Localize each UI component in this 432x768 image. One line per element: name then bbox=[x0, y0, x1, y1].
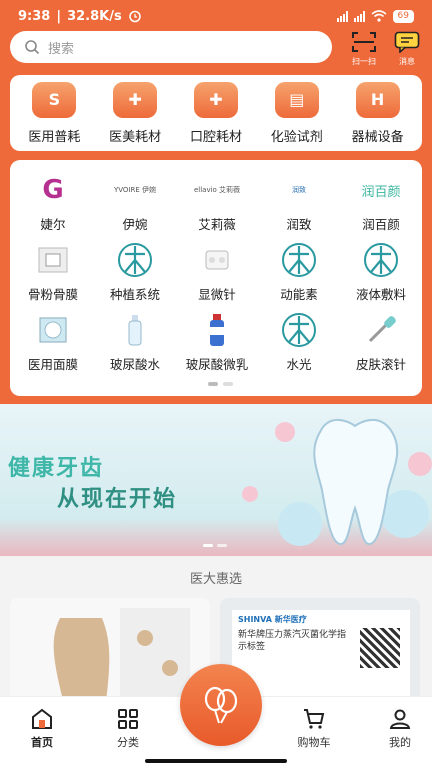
scan-icon bbox=[352, 32, 376, 52]
brand-item[interactable]: YVOIRE 伊婉 伊婉 bbox=[94, 172, 176, 242]
category-item[interactable]: S 医用普耗 bbox=[14, 81, 94, 145]
grid-page-indicator bbox=[208, 382, 233, 386]
status-bar: 9:38 | 32.8K/s 69 bbox=[0, 0, 432, 32]
banner-page-indicator bbox=[203, 544, 227, 547]
banner-subheadline: 从现在开始 bbox=[57, 487, 178, 512]
brand-item[interactable]: 种植系统 bbox=[94, 242, 176, 312]
search-input[interactable]: 搜索 bbox=[10, 31, 332, 63]
category-item[interactable]: ✚ 口腔耗材 bbox=[176, 81, 256, 145]
brand-logo-icon: G bbox=[42, 175, 64, 205]
bottle-icon bbox=[113, 312, 157, 348]
brand-item[interactable]: 水光 bbox=[258, 312, 340, 382]
brand-grid-card: G 婕尔 YVOIRE 伊婉 伊婉 ellavio 艾莉薇 艾莉薇 润致 润致 … bbox=[10, 160, 422, 396]
wifi-icon bbox=[371, 10, 387, 22]
search-placeholder: 搜索 bbox=[48, 41, 75, 57]
brand-logo-icon: 润百颜 bbox=[361, 184, 401, 200]
user-icon bbox=[389, 709, 411, 729]
product-image bbox=[10, 598, 210, 708]
medkit-icon: ✚ bbox=[193, 81, 238, 118]
product-brand: SHINVA 新华医疗 bbox=[238, 615, 307, 624]
brand-item[interactable]: 动能素 bbox=[258, 242, 340, 312]
tab-category[interactable]: 分类 bbox=[98, 707, 158, 750]
brand-item[interactable]: 液体敷料 bbox=[340, 242, 422, 312]
promo-banner[interactable]: 健康牙齿 从现在开始 bbox=[0, 404, 432, 556]
reagent-icon: ▤ bbox=[274, 81, 319, 118]
tooth-logo-icon bbox=[113, 242, 157, 278]
face-mask-icon bbox=[31, 312, 75, 348]
tooth-logo-icon bbox=[277, 312, 321, 348]
brand-logo-icon: 润致 bbox=[292, 186, 306, 194]
brand-logo-icon: YVOIRE 伊婉 bbox=[113, 186, 157, 194]
signal-icon bbox=[353, 10, 365, 22]
derma-roller-icon bbox=[359, 312, 403, 348]
brand-item[interactable]: 医用面膜 bbox=[12, 312, 94, 382]
balloons-icon bbox=[204, 686, 238, 724]
scan-button[interactable]: 扫一扫 bbox=[348, 31, 380, 67]
brand-item[interactable]: 润百颜 润百颜 bbox=[340, 172, 422, 242]
category-item[interactable]: ✚ 医美耗材 bbox=[95, 81, 175, 145]
status-time: 9:38 bbox=[18, 8, 51, 24]
home-indicator bbox=[145, 759, 287, 763]
qr-code-icon bbox=[360, 628, 400, 668]
bone-powder-icon bbox=[31, 242, 75, 278]
center-action-button[interactable] bbox=[180, 664, 262, 746]
brand-item[interactable]: ellavio 艾莉薇 艾莉薇 bbox=[176, 172, 258, 242]
tab-home[interactable]: 首页 bbox=[12, 707, 72, 750]
microneedle-icon bbox=[195, 242, 239, 278]
brand-item[interactable]: 骨粉骨膜 bbox=[12, 242, 94, 312]
category-item[interactable]: ▤ 化验试剂 bbox=[257, 81, 337, 145]
category-item[interactable]: H 器械设备 bbox=[338, 81, 418, 145]
brand-item[interactable]: 玻尿酸微乳 bbox=[176, 312, 258, 382]
brand-item[interactable]: 显微针 bbox=[176, 242, 258, 312]
battery-icon: 69 bbox=[392, 9, 414, 23]
consumables-icon: S bbox=[32, 81, 77, 118]
home-icon bbox=[32, 708, 52, 729]
network-speed: 32.8K/s bbox=[67, 8, 122, 24]
tab-cart[interactable]: 购物车 bbox=[284, 707, 344, 750]
brand-item[interactable]: 皮肤滚针 bbox=[340, 312, 422, 382]
banner-headline: 健康牙齿 bbox=[8, 456, 105, 481]
signal-icon bbox=[336, 10, 348, 22]
product-title: 新华牌压力蒸汽灭菌化学指示标签 bbox=[238, 630, 347, 652]
tooth-logo-icon bbox=[277, 242, 321, 278]
alarm-icon bbox=[128, 10, 141, 23]
message-button[interactable]: 消息 bbox=[391, 31, 423, 67]
medkit-icon: ✚ bbox=[113, 81, 158, 118]
section-title: 医大惠选 bbox=[189, 572, 242, 587]
brand-item[interactable]: 润致 润致 bbox=[258, 172, 340, 242]
tooth-logo-icon bbox=[359, 242, 403, 278]
search-icon bbox=[25, 40, 40, 55]
brand-logo-icon: ellavio 艾莉薇 bbox=[193, 186, 241, 194]
scan-label: 扫一扫 bbox=[352, 57, 376, 66]
tooth-illustration-icon bbox=[313, 419, 399, 545]
hospital-icon: H bbox=[355, 81, 400, 118]
message-icon bbox=[394, 31, 420, 53]
tab-profile[interactable]: 我的 bbox=[370, 707, 430, 750]
brand-item[interactable]: 玻尿酸水 bbox=[94, 312, 176, 382]
bottle-icon bbox=[195, 312, 239, 348]
brand-item[interactable]: G 婕尔 bbox=[12, 172, 94, 242]
cart-icon bbox=[304, 709, 325, 729]
category-bar: S 医用普耗 ✚ 医美耗材 ✚ 口腔耗材 ▤ 化验试剂 H 器械设备 bbox=[10, 75, 422, 151]
grid-icon bbox=[118, 709, 138, 729]
product-card[interactable] bbox=[10, 598, 210, 708]
message-label: 消息 bbox=[399, 57, 415, 66]
